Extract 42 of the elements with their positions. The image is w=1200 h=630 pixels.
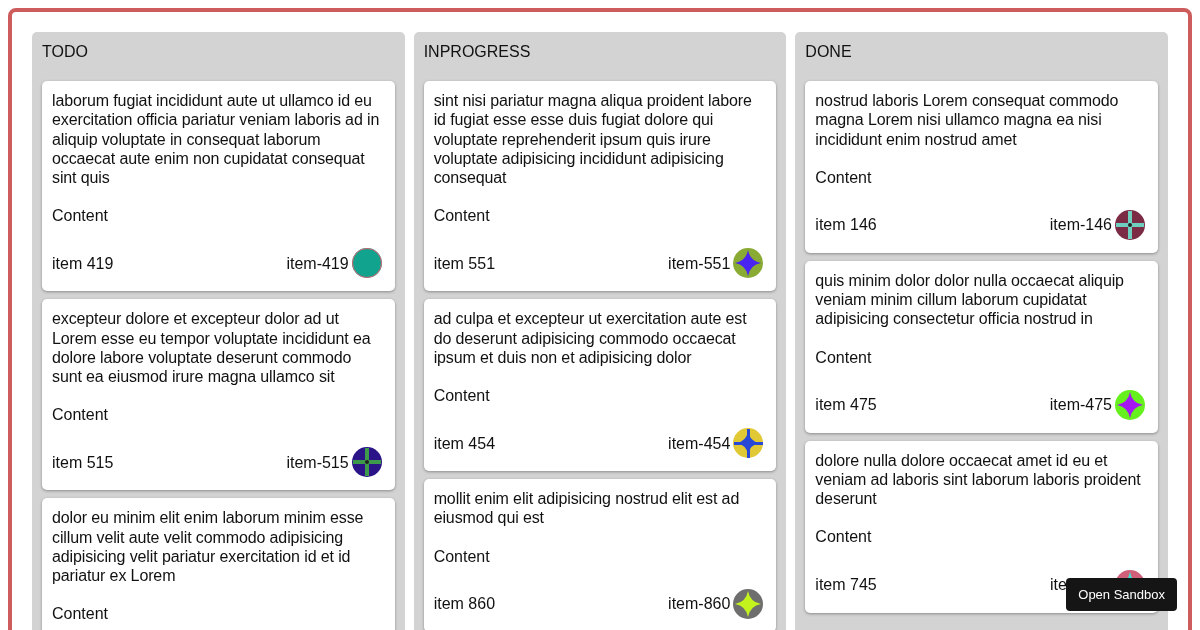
- card-id: item-860: [668, 594, 731, 614]
- task-card[interactable]: [423, 81, 777, 292]
- card-content-label: Content: [52, 206, 110, 226]
- column-title: DONE: [805, 42, 853, 62]
- card-content-label: Content: [815, 347, 873, 367]
- card-id: item-551: [668, 253, 731, 273]
- card-id: item-146: [1049, 215, 1112, 235]
- card-description: quis minim dolor dolor nulla occaecat aliquip veniam minim cillum laborum cupidatat adipisicing consectetur officia nostrud in: [815, 271, 1125, 329]
- card-title: item 515: [52, 452, 114, 473]
- card-title: item 146: [815, 215, 877, 235]
- column-title: TODO: [42, 42, 89, 62]
- card-id: item-419: [286, 253, 349, 273]
- card-description: mollit enim elit adipisicing nostrud elit est ad eiusmod qui est: [433, 489, 741, 528]
- task-card[interactable]: mollit enim elit adipisicing nostrud elit est ad eiusmod qui est Content item 860 item-860: [423, 479, 777, 630]
- task-card[interactable]: dolor eu minim elit enim laborum minim esse cillum velit aute velit commodo adipisicing adipisicing velit pariatur exercitation id et id pariatur ex Lorem Content: [42, 498, 395, 630]
- card-content-label: Content: [433, 546, 491, 566]
- card-description: nostrud laboris Lorem consequat commodo magna Lorem nisi ullamco magna ea nisi incididunt enim nostrud amet: [815, 91, 1120, 149]
- card-title: item 745: [815, 575, 877, 595]
- card-title: item 419: [52, 253, 114, 273]
- card-content-label: Content: [52, 405, 110, 425]
- card-title: item 454: [433, 433, 496, 453]
- card-content-label: Content: [815, 167, 873, 187]
- card-description: ad culpa et excepteur ut exercitation aute est do deserunt adipisicing commodo occaecat ipsum et duis non et adipisicing dolor: [433, 309, 748, 368]
- card-content-label: Content: [815, 527, 873, 547]
- card-content-label: Content: [433, 206, 491, 226]
- card-id: item-515: [286, 452, 349, 473]
- card-title: item 475: [815, 395, 877, 415]
- card-id: ite: [1050, 575, 1068, 595]
- card-description: laborum fugiat incididunt aute ut ullamco id eu exercitation officia pariatur veniam laboris ad in aliquip voluptate in consequat laborum occaecat aute enim non cupidatat consequat sint quis: [52, 91, 381, 188]
- column-title: INPROGRESS: [423, 42, 532, 62]
- card-id: item-454: [668, 433, 731, 453]
- card-title: item 551: [433, 253, 496, 273]
- card-title: item 860: [433, 594, 496, 614]
- open-sandbox-button[interactable]: Open Sandbox: [1066, 578, 1177, 611]
- card-content-label: Content: [433, 386, 491, 406]
- task-card[interactable]: [42, 81, 395, 292]
- card-description: dolor eu minim elit enim laborum minim esse cillum velit aute velit commodo adipisicing adipisicing velit pariatur exercitation id et id pariatur ex Lorem: [52, 508, 365, 586]
- card-description: excepteur dolore et excepteur dolor ad ut Lorem esse eu tempor voluptate incididunt ea dolore labore voluptate deserunt commodo sunt ea eiusmod irure magna ullamco sit: [52, 309, 372, 387]
- card-id: item-475: [1049, 395, 1112, 415]
- card-description: sint nisi pariatur magna aliqua proident labore id fugiat esse esse duis fugiat dolore qui voluptate reprehenderit ipsum quis irure voluptate adipisicing incididunt adipisicing consequat: [433, 91, 753, 188]
- card-content-label: Content: [52, 604, 110, 624]
- card-description: dolore nulla dolore occaecat amet id eu et veniam ad laboris sint laborum laboris proident deserunt: [815, 450, 1142, 509]
